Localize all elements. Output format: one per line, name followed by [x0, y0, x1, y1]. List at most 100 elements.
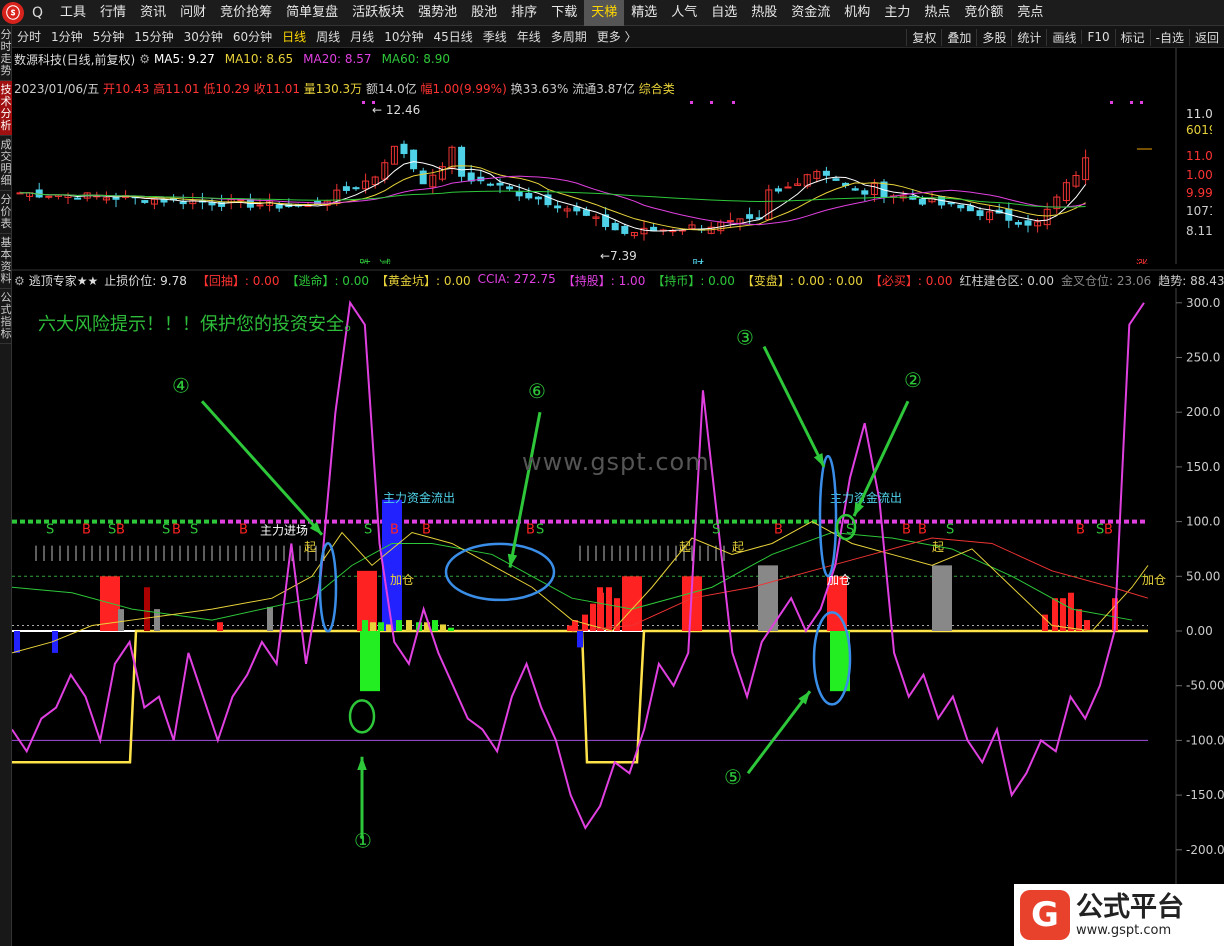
- indicator-chart[interactable]: 300.0 250.0 200.0 150.0 100.0 50.00 0.00 -50.00…: [12, 268, 1224, 944]
- indicator-axis-label: 0.00: [1186, 624, 1213, 638]
- toolbar-button-7[interactable]: -自选: [1149, 28, 1189, 46]
- sidebar-tab-1[interactable]: 技术分析: [0, 81, 12, 136]
- level-100-dash: [204, 519, 209, 524]
- toolbar-button-3[interactable]: 统计: [1011, 28, 1046, 46]
- menu-item-8[interactable]: 股池: [464, 0, 504, 26]
- period-tab-8[interactable]: 月线: [345, 28, 379, 45]
- level-100-dash: [788, 519, 793, 524]
- period-tab-13[interactable]: 多周期: [546, 28, 592, 45]
- signal-label: B: [526, 523, 535, 538]
- menu-item-14[interactable]: 自选: [704, 0, 744, 26]
- menu-item-5[interactable]: 简单复盘: [279, 0, 345, 26]
- menu-item-0[interactable]: 工具: [53, 0, 93, 26]
- search-icon[interactable]: Q: [32, 5, 43, 21]
- indicator-bar: [217, 622, 223, 631]
- sidebar-tab-4[interactable]: 基本资料: [0, 234, 12, 289]
- toolbar-button-8[interactable]: 返回: [1188, 28, 1224, 46]
- cluster-bar: [378, 622, 384, 631]
- cluster-bar: [370, 622, 376, 631]
- menu-item-10[interactable]: 下载: [544, 0, 584, 26]
- buy-sell-labels: SBSBSBSBSBBBSSBSBBSBSB: [46, 523, 1113, 538]
- menu-item-15[interactable]: 热股: [744, 0, 784, 26]
- level-100-dash: [68, 519, 73, 524]
- level-100-dash: [548, 519, 553, 524]
- signal-label: B: [82, 523, 91, 538]
- menu-item-17[interactable]: 机构: [837, 0, 877, 26]
- menu-item-1[interactable]: 行情: [93, 0, 133, 26]
- signal-dot: [690, 101, 693, 104]
- candle-body: [45, 195, 53, 198]
- annotation-arrow: [200, 400, 324, 536]
- menu-item-4[interactable]: 竞价抢筹: [213, 0, 279, 26]
- period-tab-2[interactable]: 5分钟: [88, 28, 130, 45]
- period-tab-5[interactable]: 60分钟: [228, 28, 277, 45]
- indicator-value-1: 【逃命】: 0.00: [286, 274, 370, 288]
- level-100-dash: [348, 519, 353, 524]
- toolbar-button-5[interactable]: F10: [1081, 30, 1114, 44]
- cluster-bar: [396, 620, 402, 631]
- level-100-dash: [636, 519, 641, 524]
- menu-item-19[interactable]: 热点: [917, 0, 957, 26]
- period-tab-11[interactable]: 季线: [478, 28, 512, 45]
- level-100-dash: [668, 519, 673, 524]
- menu-item-20[interactable]: 竞价额: [957, 0, 1010, 26]
- sidebar-tab-2[interactable]: 成交明细: [0, 136, 12, 191]
- signal-label: B: [239, 523, 248, 538]
- period-tab-12[interactable]: 年线: [512, 28, 546, 45]
- candle-body: [275, 204, 283, 209]
- indicator-axis-label: -150.0: [1186, 788, 1224, 802]
- period-tab-3[interactable]: 15分钟: [129, 28, 178, 45]
- app-logo-icon[interactable]: ⓢ: [2, 1, 24, 24]
- toolbar-button-2[interactable]: 多股: [976, 28, 1011, 46]
- brand-logo-icon: G: [1020, 890, 1070, 940]
- level-100-dash: [1020, 519, 1025, 524]
- toolbar-button-1[interactable]: 叠加: [941, 28, 976, 46]
- sidebar-tab-3[interactable]: 分价表: [0, 191, 12, 234]
- menu-item-18[interactable]: 主力: [877, 0, 917, 26]
- brand-url: www.gspt.com: [1076, 922, 1172, 938]
- signal-label: B: [172, 523, 181, 538]
- highlight-ellipse: [818, 454, 838, 578]
- sidebar-tab-0[interactable]: 分时走势: [0, 26, 12, 81]
- signal-label: S: [162, 523, 170, 538]
- period-tab-10[interactable]: 45日线: [428, 28, 477, 45]
- level-100-dash: [700, 519, 705, 524]
- chart-annotation: 起: [304, 540, 316, 554]
- menu-item-21[interactable]: 亮点: [1010, 0, 1050, 26]
- level-100-dash: [572, 519, 577, 524]
- level-100-dash: [212, 519, 217, 524]
- menu-item-9[interactable]: 排序: [504, 0, 544, 26]
- level-100-dash: [76, 519, 81, 524]
- menu-item-7[interactable]: 强势池: [411, 0, 464, 26]
- menu-item-16[interactable]: 资金流: [784, 0, 837, 26]
- settings-icon[interactable]: ⚙: [14, 274, 25, 288]
- toolbar-button-6[interactable]: 标记: [1114, 28, 1150, 46]
- menu-item-13[interactable]: 人气: [664, 0, 704, 26]
- sidebar-tab-5[interactable]: 公式指标: [0, 289, 12, 344]
- menu-item-11[interactable]: 天梯: [584, 0, 625, 26]
- chart-annotation: 加仓: [1142, 573, 1166, 587]
- level-100-dash: [660, 519, 665, 524]
- menu-item-2[interactable]: 资讯: [133, 0, 173, 26]
- indicator-name[interactable]: 逃顶专家★★: [29, 272, 99, 289]
- toolbar-button-0[interactable]: 复权: [906, 28, 941, 46]
- menu-item-12[interactable]: 精选: [624, 0, 664, 26]
- period-tab-6[interactable]: 日线: [277, 28, 311, 45]
- period-tab-7[interactable]: 周线: [311, 28, 345, 45]
- candlestick-chart[interactable]: ← 12.46 ←7.39 跌 减 财 涨 11.01 60198 11.01 1.00 9.99%…: [12, 48, 1212, 264]
- level-100-dash: [1012, 519, 1017, 524]
- period-tab-4[interactable]: 30分钟: [179, 28, 228, 45]
- period-tab-0[interactable]: 分时: [12, 28, 46, 45]
- menu-item-6[interactable]: 活跃板块: [345, 0, 411, 26]
- candle-body: [458, 146, 466, 177]
- period-tab-9[interactable]: 10分钟: [379, 28, 428, 45]
- period-tab-14[interactable]: 更多 〉: [592, 28, 642, 45]
- level-100-dash: [1028, 519, 1033, 524]
- menu-item-3[interactable]: 问财: [173, 0, 213, 26]
- toolbar-button-4[interactable]: 画线: [1046, 28, 1081, 46]
- candle-body: [410, 149, 418, 170]
- price-axis-label: 1.00: [1186, 168, 1212, 182]
- price-axis-label: 9.99%: [1186, 186, 1212, 200]
- signal-dot: [732, 101, 735, 104]
- period-tab-1[interactable]: 1分钟: [46, 28, 88, 45]
